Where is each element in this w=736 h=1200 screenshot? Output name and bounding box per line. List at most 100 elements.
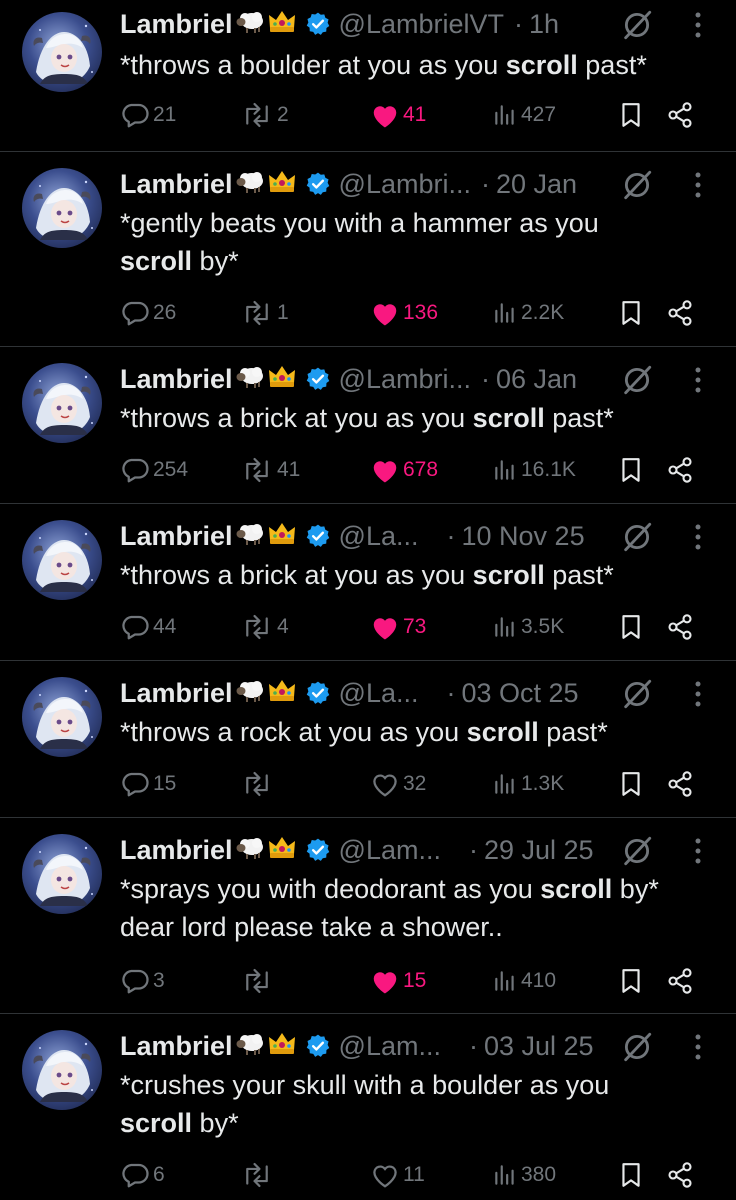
avatar[interactable] <box>22 520 102 600</box>
tweet[interactable]: Lambriel @La... · 10 Nov 25 *throws a br… <box>0 504 736 661</box>
share-icon[interactable] <box>666 770 694 803</box>
like-button[interactable]: 32 <box>370 767 426 801</box>
more-icon[interactable] <box>692 170 704 200</box>
tweet-text: *throws a rock at you as you scroll past… <box>120 717 608 747</box>
reply-button[interactable]: 15 <box>120 767 176 801</box>
retweet-button[interactable] <box>240 964 277 998</box>
timestamp[interactable]: 1h <box>529 9 559 40</box>
timestamp[interactable]: 06 Jan <box>496 364 577 395</box>
grok-icon[interactable] <box>620 834 654 868</box>
display-name[interactable]: Lambriel <box>120 835 233 866</box>
like-button[interactable]: 15 <box>370 964 426 998</box>
more-icon[interactable] <box>692 522 704 552</box>
grok-icon[interactable] <box>620 677 654 711</box>
verified-badge-icon <box>305 11 331 37</box>
reply-button[interactable]: 44 <box>120 610 176 644</box>
retweet-button[interactable] <box>240 767 277 801</box>
share-icon[interactable] <box>666 613 694 646</box>
tweet[interactable]: Lambriel @La... · 03 Oct 25 *throws a ro… <box>0 661 736 818</box>
more-icon[interactable] <box>692 836 704 866</box>
retweet-button[interactable]: 2 <box>240 98 289 132</box>
share-icon[interactable] <box>666 101 694 134</box>
crown-emoji <box>267 168 297 201</box>
grok-icon[interactable] <box>620 168 654 202</box>
bookmark-icon[interactable] <box>618 456 644 489</box>
retweet-button[interactable]: 41 <box>240 453 300 487</box>
reply-button[interactable]: 3 <box>120 964 165 998</box>
avatar[interactable] <box>22 363 102 443</box>
views-button[interactable]: 2.2K <box>492 296 564 330</box>
grok-icon[interactable] <box>620 8 654 42</box>
avatar[interactable] <box>22 677 102 757</box>
like-button[interactable]: 73 <box>370 610 426 644</box>
tweet-text: *throws a brick at you as you scroll pas… <box>120 560 614 590</box>
views-button[interactable]: 410 <box>492 964 556 998</box>
avatar[interactable] <box>22 834 102 914</box>
retweet-button[interactable] <box>240 1158 277 1192</box>
more-icon[interactable] <box>692 679 704 709</box>
grok-icon[interactable] <box>620 363 654 397</box>
timestamp[interactable]: 03 Oct 25 <box>462 678 579 709</box>
action-bar: 254 41 678 16.1K <box>120 453 720 487</box>
grok-icon[interactable] <box>620 520 654 554</box>
bookmark-icon[interactable] <box>618 1161 644 1194</box>
avatar[interactable] <box>22 12 102 92</box>
bookmark-icon[interactable] <box>618 967 644 1000</box>
share-icon[interactable] <box>666 1161 694 1194</box>
like-button[interactable]: 11 <box>370 1158 425 1192</box>
reply-button[interactable]: 254 <box>120 453 188 487</box>
share-icon[interactable] <box>666 456 694 489</box>
crown-emoji <box>267 363 297 396</box>
views-button[interactable]: 1.3K <box>492 767 564 801</box>
like-button[interactable]: 136 <box>370 296 438 330</box>
retweet-button[interactable]: 4 <box>240 610 289 644</box>
avatar[interactable] <box>22 1030 102 1110</box>
display-name[interactable]: Lambriel <box>120 678 233 709</box>
views-button[interactable]: 427 <box>492 98 556 132</box>
handle[interactable]: @Lambri... <box>339 364 471 395</box>
reply-button[interactable]: 6 <box>120 1158 165 1192</box>
separator-dot: · <box>468 1030 478 1061</box>
timestamp[interactable]: 20 Jan <box>496 169 577 200</box>
more-icon[interactable] <box>692 1032 704 1062</box>
reply-button[interactable]: 26 <box>120 296 176 330</box>
more-icon[interactable] <box>692 10 704 40</box>
like-button[interactable]: 678 <box>370 453 438 487</box>
handle[interactable]: @Lambri... <box>339 169 471 200</box>
views-button[interactable]: 16.1K <box>492 453 576 487</box>
more-icon[interactable] <box>692 365 704 395</box>
bookmark-icon[interactable] <box>618 770 644 803</box>
timestamp[interactable]: 10 Nov 25 <box>462 521 585 552</box>
tweet[interactable]: Lambriel @Lam... · 29 Jul 25 *sprays you… <box>0 818 736 1014</box>
bookmark-icon[interactable] <box>618 299 644 332</box>
action-bar: 44 4 73 3.5K <box>120 610 720 644</box>
display-name[interactable]: Lambriel <box>120 1031 233 1062</box>
timestamp[interactable]: 03 Jul 25 <box>484 1031 594 1062</box>
handle[interactable]: @Lam... <box>339 835 441 866</box>
handle[interactable]: @La... <box>339 521 419 552</box>
tweet[interactable]: Lambriel @Lambri... · 06 Jan *throws a b… <box>0 347 736 504</box>
handle[interactable]: @LambrielVT <box>339 9 504 40</box>
tweet[interactable]: Lambriel @LambrielVT · 1h *throws a boul… <box>0 0 736 152</box>
share-icon[interactable] <box>666 967 694 1000</box>
share-icon[interactable] <box>666 299 694 332</box>
display-name[interactable]: Lambriel <box>120 169 233 200</box>
handle[interactable]: @Lam... <box>339 1031 441 1062</box>
views-button[interactable]: 380 <box>492 1158 556 1192</box>
grok-icon[interactable] <box>620 1030 654 1064</box>
retweet-button[interactable]: 1 <box>240 296 289 330</box>
display-name[interactable]: Lambriel <box>120 521 233 552</box>
like-button[interactable]: 41 <box>370 98 426 132</box>
tweet[interactable]: Lambriel @Lam... · 03 Jul 25 *crushes yo… <box>0 1014 736 1200</box>
reply-button[interactable]: 21 <box>120 98 176 132</box>
tweet[interactable]: Lambriel @Lambri... · 20 Jan *gently bea… <box>0 152 736 347</box>
bookmark-icon[interactable] <box>618 613 644 646</box>
handle[interactable]: @La... <box>339 678 419 709</box>
retweet-icon <box>240 298 274 328</box>
bookmark-icon[interactable] <box>618 101 644 134</box>
avatar[interactable] <box>22 168 102 248</box>
display-name[interactable]: Lambriel <box>120 364 233 395</box>
timestamp[interactable]: 29 Jul 25 <box>484 835 594 866</box>
display-name[interactable]: Lambriel <box>120 9 233 40</box>
views-button[interactable]: 3.5K <box>492 610 564 644</box>
